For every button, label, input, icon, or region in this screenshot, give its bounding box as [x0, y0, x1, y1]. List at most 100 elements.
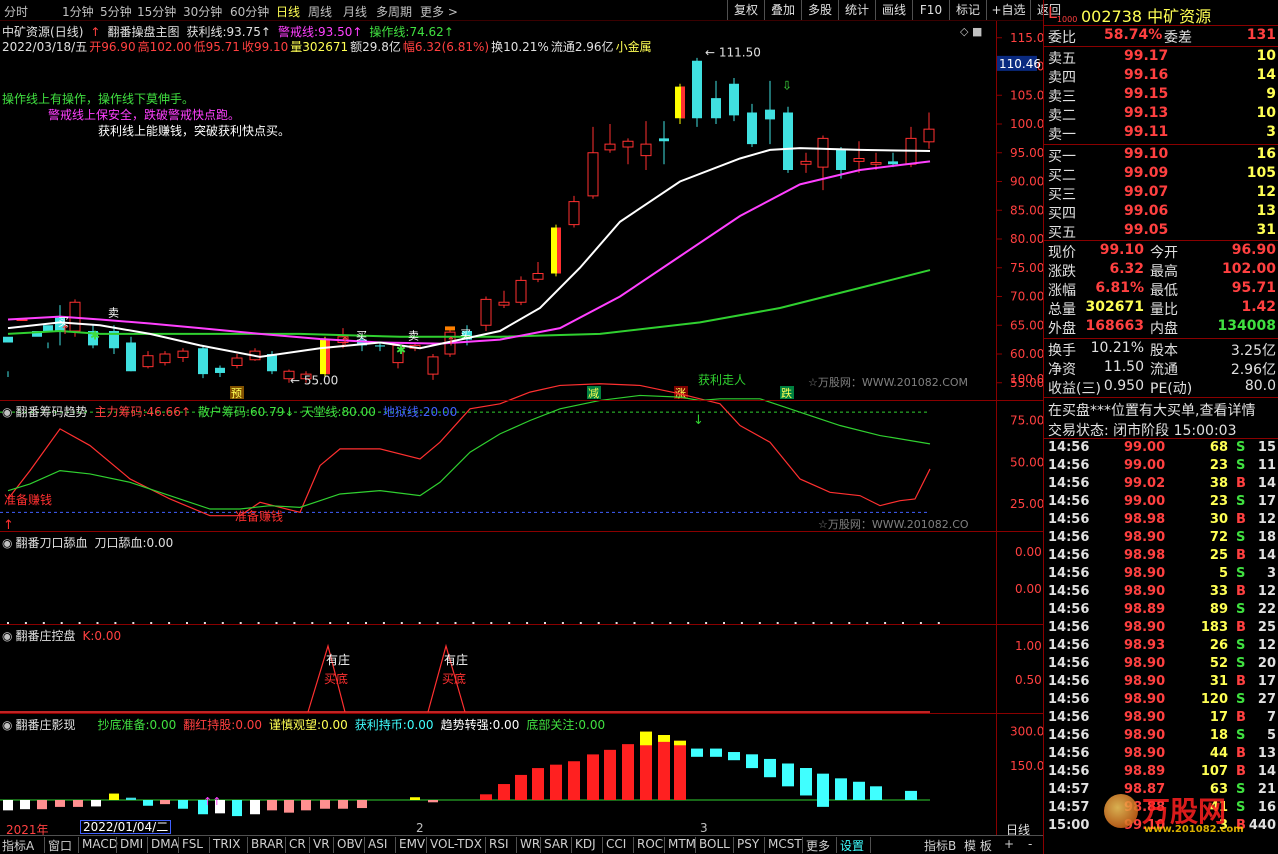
- tab-separator: [836, 837, 837, 853]
- shadow-toggle-icon[interactable]: ◉: [2, 718, 12, 732]
- candle-body: [747, 112, 757, 145]
- indicator-tab-18[interactable]: CCI: [606, 837, 626, 851]
- tab-separator: [870, 837, 871, 853]
- bids-price: 99.10: [1124, 146, 1169, 162]
- level-sub: 1000: [1056, 15, 1078, 25]
- indicator-tab-9[interactable]: VR: [313, 837, 330, 851]
- indicator-tab-24[interactable]: 更多: [806, 837, 830, 854]
- down-arrow-icon: ✱: [90, 329, 100, 343]
- template-tab[interactable]: 模 板: [964, 837, 992, 854]
- indicator-tab-4[interactable]: DMA: [151, 837, 179, 851]
- indicator-tab-25[interactable]: 设置: [840, 837, 864, 854]
- zoom-out-button[interactable]: -: [1028, 837, 1032, 851]
- indicator-tab-20[interactable]: MTM: [668, 837, 696, 851]
- tick-row: 14:56 98.98 25 B 14: [1048, 548, 1276, 566]
- up-arrow-icon: ↑: [446, 334, 456, 348]
- asks-volume: 9: [1266, 86, 1276, 102]
- knife-toggle-icon[interactable]: ◉: [2, 536, 12, 550]
- indicator-tab-15[interactable]: WR: [520, 837, 540, 851]
- bids-label: 买四: [1048, 206, 1076, 222]
- control-text-top: 有庄: [444, 652, 468, 667]
- indicator-tab-2[interactable]: MACD: [82, 837, 118, 851]
- tick-side: S: [1236, 458, 1246, 473]
- tick-time: 14:56: [1048, 764, 1090, 779]
- tick-count: 25: [1257, 620, 1276, 635]
- asks-row[interactable]: 卖五 99.17 10: [1048, 48, 1276, 67]
- big-order-notice[interactable]: 在买盘***位置有大买单,查看详情: [1048, 400, 1255, 420]
- stat-label: 流通: [1150, 362, 1178, 378]
- tick-row: 14:56 98.90 18 S 5: [1048, 728, 1276, 746]
- indicator-tab-23[interactable]: MCST: [768, 837, 802, 851]
- bids-row[interactable]: 买三 99.07 12: [1048, 184, 1276, 203]
- candle-body: [177, 350, 189, 358]
- tick-row: 14:56 99.02 38 B 14: [1048, 476, 1276, 494]
- indicator-tab-6[interactable]: TRIX: [213, 837, 240, 851]
- tick-count: 12: [1257, 584, 1276, 599]
- control-indicator-name[interactable]: 翻番庄控盘: [15, 629, 75, 643]
- weicha-label: 委差: [1164, 30, 1192, 46]
- arrow-icon: ↑: [180, 405, 191, 419]
- tick-count: 18: [1257, 530, 1276, 545]
- tick-price: 98.89: [1124, 764, 1166, 779]
- down-arrow-icon: ↓: [693, 413, 704, 428]
- tick-time: 14:56: [1048, 746, 1090, 761]
- shadow-bar: [178, 800, 188, 809]
- shadow-red-bar: [498, 784, 510, 800]
- indicator-tab-14[interactable]: RSI: [489, 837, 509, 851]
- indicator-tab-10[interactable]: OBV: [337, 837, 363, 851]
- chip-legend-label: 天堂线:: [301, 405, 342, 419]
- candle-body: [587, 152, 599, 197]
- stat-value: 2.96亿: [1230, 362, 1276, 378]
- tick-volume: 33: [1209, 584, 1228, 599]
- zoom-in-button[interactable]: +: [1004, 837, 1014, 851]
- indicator-tab-5[interactable]: FSL: [182, 837, 203, 851]
- indicator-tab-7[interactable]: BRAR: [251, 837, 284, 851]
- stat-value: 99.10: [1099, 242, 1144, 258]
- indicator-b-tab[interactable]: 指标B: [924, 837, 956, 854]
- price-axis-label: 60.00: [1010, 347, 1043, 361]
- indicator-tab-22[interactable]: PSY: [737, 837, 759, 851]
- chip-indicator-name[interactable]: 翻番筹码趋势: [15, 405, 87, 419]
- indicator-tab-13[interactable]: VOL-TDX: [430, 837, 482, 851]
- asks-label: 卖四: [1048, 70, 1076, 86]
- bids-row[interactable]: 买四 99.06 13: [1048, 203, 1276, 222]
- indicator-tab-8[interactable]: CR: [289, 837, 306, 851]
- indicator-tab-11[interactable]: ASI: [368, 837, 387, 851]
- stat-value: 3.25亿: [1230, 343, 1276, 359]
- asks-row[interactable]: 卖四 99.16 14: [1048, 67, 1276, 86]
- tick-side: S: [1236, 728, 1246, 743]
- asks-row[interactable]: 卖一 99.11 3: [1048, 124, 1276, 143]
- indicator-tab-3[interactable]: DMI: [120, 837, 143, 851]
- tab-separator: [147, 837, 148, 853]
- bids-row[interactable]: 买一 99.10 16: [1048, 146, 1276, 165]
- tick-side: S: [1236, 602, 1246, 617]
- asks-row[interactable]: 卖三 99.15 9: [1048, 86, 1276, 105]
- shadow-indicator-name[interactable]: 翻番庄影现: [15, 718, 75, 732]
- candle-body: [659, 138, 669, 142]
- asks-row[interactable]: 卖二 99.13 10: [1048, 105, 1276, 124]
- control-toggle-icon[interactable]: ◉: [2, 629, 12, 643]
- shadow-legend-0: 抄底准备:0.00: [98, 718, 177, 732]
- tick-volume: 38: [1209, 476, 1228, 491]
- shadow-red-bar: [532, 768, 544, 800]
- tick-price: 99.00: [1124, 458, 1166, 473]
- indicator-tab-19[interactable]: ROC: [637, 837, 663, 851]
- stats-row: 涨幅 6.81% 最低 95.71: [1048, 280, 1276, 299]
- indicator-tab-12[interactable]: EMV: [399, 837, 425, 851]
- bids-row[interactable]: 买五 99.05 31: [1048, 222, 1276, 241]
- indicator-tab-21[interactable]: BOLL: [699, 837, 730, 851]
- bids-volume: 31: [1256, 222, 1276, 238]
- shadow-cyan-bar: [728, 752, 740, 761]
- knife-indicator-name[interactable]: 翻番刀口舔血: [15, 536, 87, 550]
- shadow-legend-2: 谨慎观望:0.00: [269, 718, 348, 732]
- indicator-tab-17[interactable]: KDJ: [575, 837, 596, 851]
- chip-toggle-icon[interactable]: ◉: [2, 405, 12, 419]
- indicator-tab-0[interactable]: 指标A: [2, 837, 34, 854]
- tick-volume: 68: [1209, 440, 1228, 455]
- indicator-tab-16[interactable]: SAR: [544, 837, 568, 851]
- tick-time: 14:56: [1048, 656, 1090, 671]
- candle-body: [498, 301, 510, 306]
- shadow-bar: [126, 797, 136, 800]
- indicator-tab-1[interactable]: 窗口: [48, 837, 72, 854]
- bids-row[interactable]: 买二 99.09 105: [1048, 165, 1276, 184]
